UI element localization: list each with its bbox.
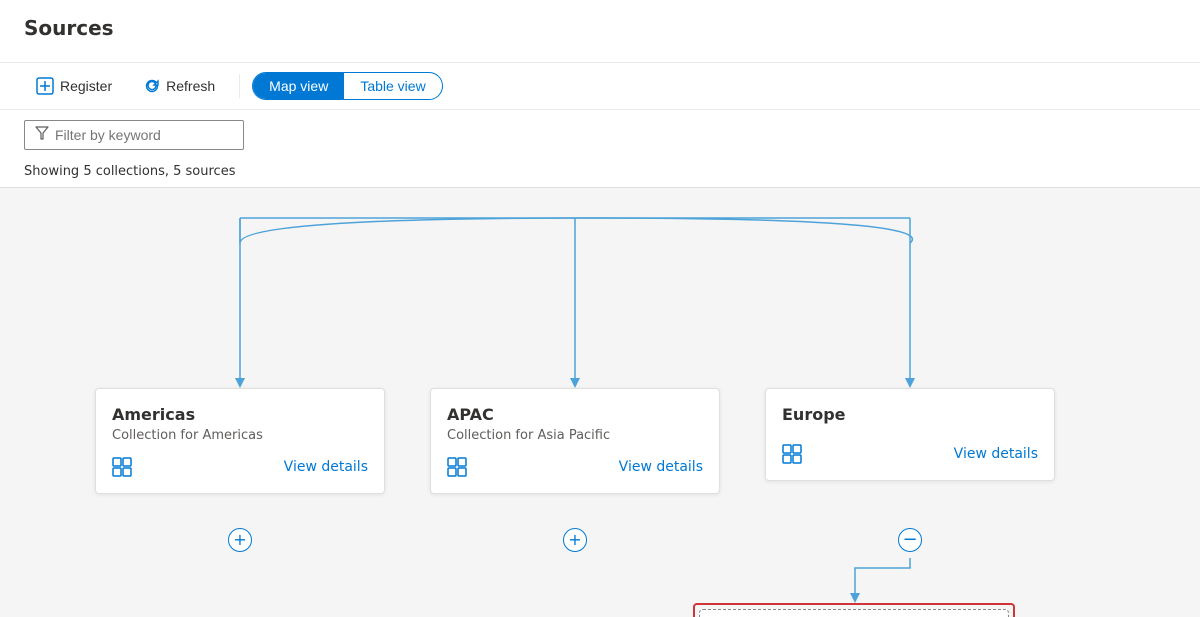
- apac-view-details[interactable]: View details: [619, 459, 703, 475]
- apac-expand-btn[interactable]: +: [563, 528, 587, 552]
- filter-input[interactable]: [55, 127, 233, 143]
- source-card-highlight: SQL AzureSqlDatabase-N6s Azure SQL Datab…: [693, 603, 1015, 617]
- filter-icon: [35, 126, 49, 144]
- register-button[interactable]: Register: [24, 71, 124, 101]
- apac-footer: View details: [447, 457, 703, 477]
- refresh-button[interactable]: Refresh: [132, 72, 227, 100]
- americas-expand-btn[interactable]: +: [228, 528, 252, 552]
- toolbar-divider: [239, 74, 240, 98]
- americas-subtitle: Collection for Americas: [112, 428, 368, 443]
- page-header: Sources: [0, 0, 1200, 63]
- page-title: Sources: [24, 16, 1176, 40]
- map-view-button[interactable]: Map view: [253, 73, 344, 99]
- table-view-button[interactable]: Table view: [344, 73, 441, 99]
- register-label: Register: [60, 78, 112, 94]
- source-card: SQL AzureSqlDatabase-N6s Azure SQL Datab…: [699, 609, 1009, 617]
- apac-subtitle: Collection for Asia Pacific: [447, 428, 703, 443]
- refresh-label: Refresh: [166, 78, 215, 94]
- collection-card-americas: Americas Collection for Americas View de…: [95, 388, 385, 494]
- americas-view-details[interactable]: View details: [284, 459, 368, 475]
- collection-card-apac: APAC Collection for Asia Pacific View de…: [430, 388, 720, 494]
- europe-title: Europe: [782, 405, 1038, 424]
- americas-grid-icon: [112, 457, 132, 477]
- status-text: Showing 5 collections, 5 sources: [0, 160, 1200, 187]
- filter-bar: [0, 110, 1200, 160]
- map-canvas: Americas Collection for Americas View de…: [0, 187, 1200, 617]
- europe-footer: View details: [782, 444, 1038, 464]
- americas-title: Americas: [112, 405, 368, 424]
- europe-view-details[interactable]: View details: [954, 446, 1038, 462]
- apac-title: APAC: [447, 405, 703, 424]
- europe-grid-icon: [782, 444, 802, 464]
- refresh-icon: [144, 78, 160, 94]
- filter-input-wrap: [24, 120, 244, 150]
- register-icon: [36, 77, 54, 95]
- collection-card-europe: Europe View details: [765, 388, 1055, 481]
- view-toggle: Map view Table view: [252, 72, 443, 100]
- page-container: Sources Register Refresh Map view Table …: [0, 0, 1200, 617]
- apac-grid-icon: [447, 457, 467, 477]
- toolbar: Register Refresh Map view Table view: [0, 63, 1200, 110]
- europe-collapse-btn[interactable]: −: [898, 528, 922, 552]
- americas-footer: View details: [112, 457, 368, 477]
